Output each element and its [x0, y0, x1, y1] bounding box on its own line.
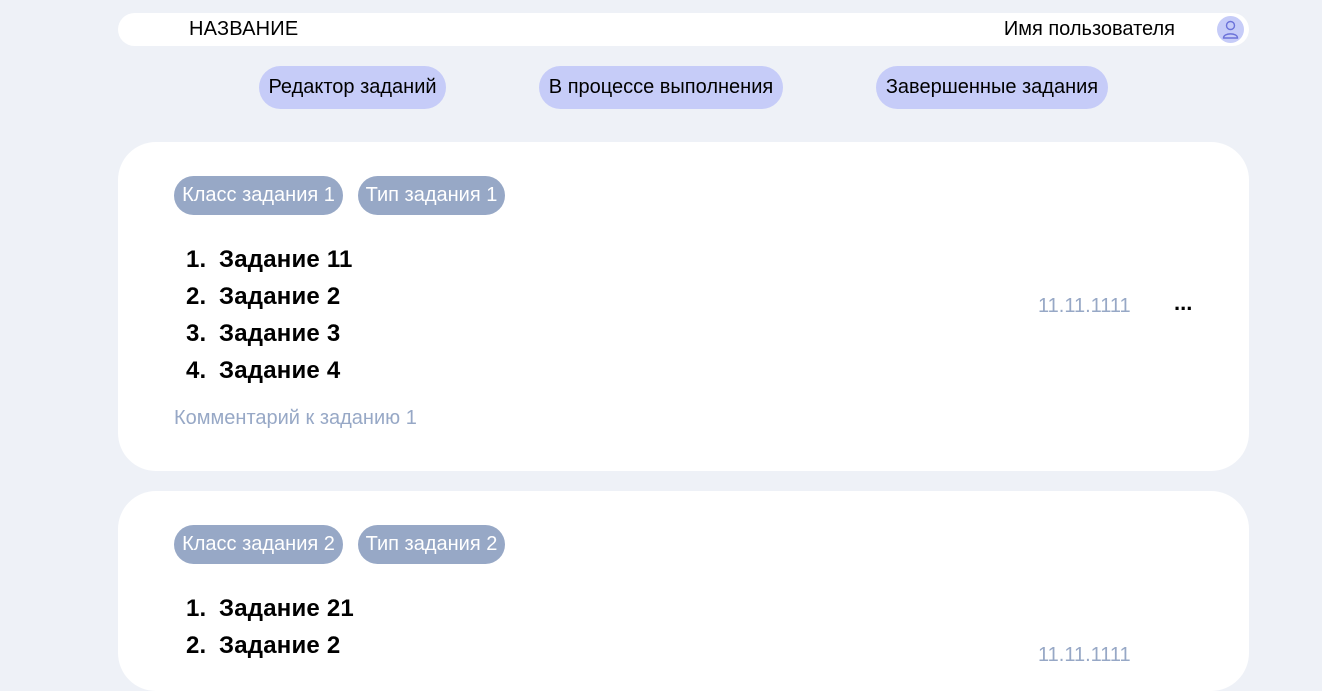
top-bar: НАЗВАНИЕ Имя пользователя [118, 13, 1249, 46]
list-item-label: Задание 2 [219, 282, 341, 310]
list-item-label: Задание 4 [219, 356, 341, 384]
avatar[interactable] [1217, 16, 1244, 43]
task-list: 1. Задание 21 2. Задание 2 [186, 590, 354, 664]
list-item-label: Задание 11 [219, 245, 353, 273]
list-item-number: 2. [186, 282, 207, 310]
task-type-tag[interactable]: Тип задания 1 [358, 176, 505, 215]
list-item-number: 4. [186, 356, 207, 384]
nav-tabs: Редактор заданий В процессе выполнения З… [0, 66, 1322, 109]
list-item: 1. Задание 11 [186, 241, 353, 278]
task-date: 11.11.1111 [1038, 644, 1131, 666]
more-options-button[interactable]: ... [1174, 290, 1192, 316]
tab-completed[interactable]: Завершенные задания [876, 66, 1108, 109]
task-date: 11.11.1111 [1038, 295, 1131, 317]
tab-in-progress[interactable]: В процессе выполнения [539, 66, 783, 109]
list-item: 1. Задание 21 [186, 590, 354, 627]
list-item: 2. Задание 2 [186, 627, 354, 664]
tab-task-editor[interactable]: Редактор заданий [259, 66, 446, 109]
list-item-number: 1. [186, 594, 207, 622]
list-item-label: Задание 2 [219, 631, 341, 659]
user-name[interactable]: Имя пользователя [1004, 19, 1175, 39]
list-item-number: 3. [186, 319, 207, 347]
task-card: Класс задания 1 Тип задания 1 1. Задание… [118, 142, 1249, 471]
task-class-tag[interactable]: Класс задания 1 [174, 176, 343, 215]
list-item: 4. Задание 4 [186, 352, 353, 389]
list-item-number: 1. [186, 245, 207, 273]
user-icon [1222, 20, 1239, 39]
task-type-tag[interactable]: Тип задания 2 [358, 525, 505, 564]
list-item-label: Задание 3 [219, 319, 341, 347]
task-comment: Комментарий к заданию 1 [174, 407, 417, 429]
list-item: 2. Задание 2 [186, 278, 353, 315]
task-class-tag[interactable]: Класс задания 2 [174, 525, 343, 564]
task-card: Класс задания 2 Тип задания 2 1. Задание… [118, 491, 1249, 691]
list-item: 3. Задание 3 [186, 315, 353, 352]
task-list: 1. Задание 11 2. Задание 2 3. Задание 3 … [186, 241, 353, 389]
list-item-number: 2. [186, 631, 207, 659]
list-item-label: Задание 21 [219, 594, 354, 622]
app-title: НАЗВАНИЕ [189, 18, 299, 40]
